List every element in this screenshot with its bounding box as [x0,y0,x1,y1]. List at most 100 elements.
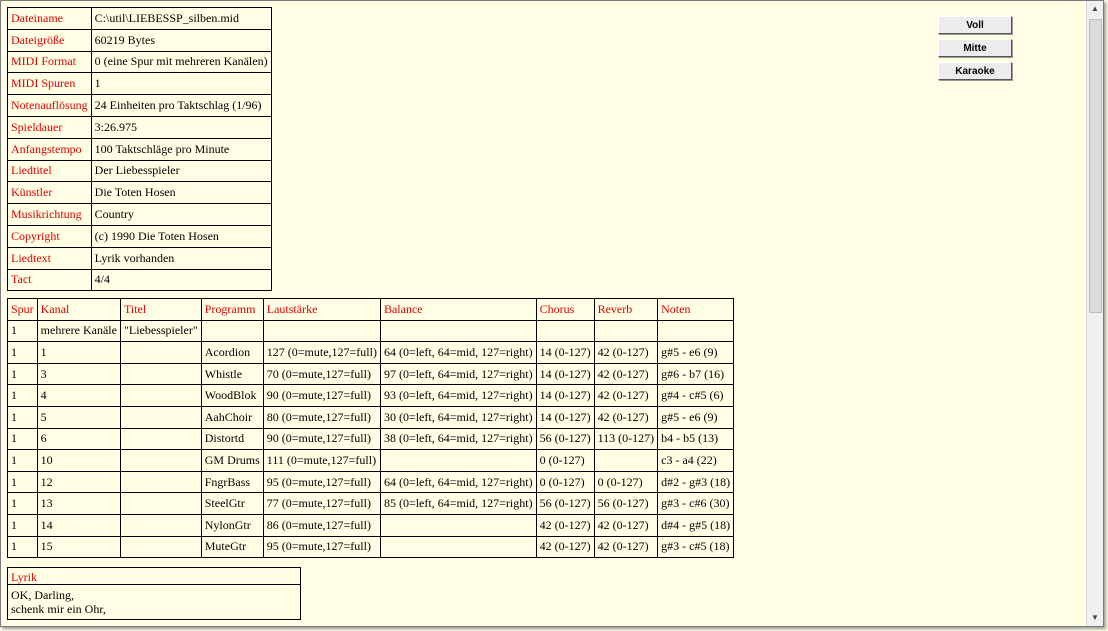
table-cell: 95 (0=mute,127=full) [262,535,381,559]
table-cell: 42 (0-127) [535,513,595,537]
column-header: Balance [379,298,537,321]
scrollbar-thumb[interactable] [1089,19,1102,313]
table-cell: 14 (0-127) [535,384,595,407]
table-cell: 64 (0=left, 64=mid, 127=right) [379,341,537,364]
table-cell: GM Drums [200,449,264,472]
info-key: MIDI Spuren [7,72,92,96]
table-cell [119,405,202,429]
table-row: 1 12 FngrBass 95 (0=mute,127=full) 64 (0=lef… [7,470,735,494]
table-cell: 1 [7,492,38,515]
table-cell: 56 (0-127) [535,427,595,451]
table-cell: FngrBass [200,470,264,494]
table-cell: 56 (0-127) [535,492,595,515]
table-cell: 97 (0=left, 64=mid, 127=right) [379,362,537,386]
table-cell: 56 (0-127) [593,492,659,515]
info-value: C:\util\LIEBESSP_silben.mid [90,7,272,30]
table-cell: d#2 - g#3 (18) [657,470,735,494]
file-info-table: Dateiname C:\util\LIEBESSP_silben.mid Date… [7,7,272,292]
table-cell: Distortd [200,427,264,451]
table-cell [119,384,202,407]
table-cell: 77 (0=mute,127=full) [262,492,381,515]
table-cell [262,319,381,343]
table-cell [593,449,659,472]
table-cell: 113 (0-127) [593,427,659,451]
table-row: 1 6 Distortd 90 (0=mute,127=full) 38 (0=left… [7,427,735,451]
vertical-scrollbar[interactable]: ▲ ▼ [1086,1,1103,626]
mitte-button[interactable]: Mitte [938,39,1012,57]
table-cell: 85 (0=left, 64=mid, 127=right) [379,492,537,515]
table-cell: SteelGtr [200,492,264,515]
scroll-up-icon[interactable]: ▲ [1087,1,1103,17]
table-cell: Whistle [200,362,264,386]
table-cell: g#5 - e6 (9) [657,405,735,429]
table-cell: Acordion [200,341,264,364]
table-cell: 14 (0-127) [535,341,595,364]
table-cell: WoodBlok [200,384,264,407]
column-header: Programm [200,298,264,321]
info-row: Musikrichtung Country [7,203,272,226]
lyric-line: schenk mir ein Ohr, [11,602,106,616]
voll-button[interactable]: Voll [938,16,1012,34]
table-cell: "Liebesspieler" [119,319,202,343]
table-cell: 1 [7,319,38,343]
table-cell: AahChoir [200,405,264,429]
info-key: Dateigröße [7,28,92,52]
table-cell: 42 (0-127) [593,513,659,537]
table-cell: 42 (0-127) [593,362,659,386]
table-cell: 14 [36,513,121,537]
table-cell: 5 [36,405,121,429]
table-cell: b4 - b5 (13) [657,427,735,451]
table-cell: 90 (0=mute,127=full) [262,427,381,451]
table-cell [119,341,202,364]
info-value: Der Liebesspieler [90,159,272,183]
table-cell: 1 [7,470,38,494]
table-cell: 90 (0=mute,127=full) [262,384,381,407]
table-cell: 1 [36,341,121,364]
table-row: 1 mehrere Kanäle "Liebesspieler" [7,319,735,343]
table-cell: 80 (0=mute,127=full) [262,405,381,429]
info-value: 3:26.975 [90,115,272,139]
info-row: Notenauflösung 24 Einheiten pro Taktschla… [7,94,272,117]
table-cell: c3 - a4 (22) [657,449,735,472]
info-key: Anfangstempo [7,137,92,161]
table-cell: 1 [7,513,38,537]
info-row: Anfangstempo 100 Taktschläge pro Minute [7,137,272,161]
table-row: 1 1 Acordion 127 (0=mute,127=full) 64 (0=lef… [7,341,735,364]
info-value: Country [90,203,272,226]
table-cell: 95 (0=mute,127=full) [262,470,381,494]
table-cell: 30 (0=left, 64=mid, 127=right) [379,405,537,429]
scroll-down-icon[interactable]: ▼ [1087,610,1103,626]
table-cell: 1 [7,535,38,559]
info-key: Copyright [7,224,92,248]
info-row: Tact 4/4 [7,268,272,292]
table-cell: g#3 - c#6 (30) [657,492,735,515]
table-cell: 14 (0-127) [535,362,595,386]
table-cell: 93 (0=left, 64=mid, 127=right) [379,384,537,407]
table-cell: g#3 - c#5 (18) [657,535,735,559]
table-cell [119,362,202,386]
table-cell [200,319,264,343]
table-cell: 42 (0-127) [535,535,595,559]
info-key: Spieldauer [7,115,92,139]
table-cell [379,535,537,559]
document-window: Dateiname C:\util\LIEBESSP_silben.mid Date… [0,0,1104,627]
table-cell: 0 (0-127) [535,449,595,472]
column-header: Titel [119,298,202,321]
karaoke-button[interactable]: Karaoke [938,62,1012,80]
info-key: Tact [7,268,92,292]
column-header: Reverb [593,298,659,321]
table-cell [119,535,202,559]
table-cell: g#5 - e6 (9) [657,341,735,364]
info-row: Dateigröße 60219 Bytes [7,28,272,52]
info-row: MIDI Spuren 1 [7,72,272,96]
lyric-title: Lyrik [8,568,300,585]
info-value: Die Toten Hosen [90,181,272,205]
info-key: Musikrichtung [7,203,92,226]
table-cell: 42 (0-127) [593,384,659,407]
table-row: 1 13 SteelGtr 77 (0=mute,127=full) 85 (0=lef… [7,492,735,515]
info-row: Künstler Die Toten Hosen [7,181,272,205]
table-cell: MuteGtr [200,535,264,559]
table-cell: 3 [36,362,121,386]
info-value: 4/4 [90,268,272,292]
table-cell: 1 [7,405,38,429]
